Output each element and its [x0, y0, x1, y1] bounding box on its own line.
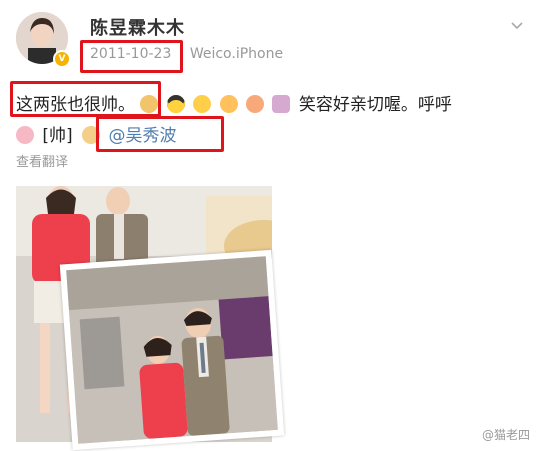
- pig-emoji: [16, 126, 34, 144]
- sunglasses-emoji: [166, 95, 185, 113]
- post-text-line2-prefix: [帅]: [42, 126, 73, 146]
- camera-emoji: [272, 95, 291, 113]
- shy-emoji: [219, 95, 238, 113]
- date-highlight-box: [80, 40, 183, 73]
- laughing-emoji: [246, 95, 265, 113]
- photo-2[interactable]: [59, 249, 285, 451]
- translate-link[interactable]: 查看翻译: [16, 151, 68, 170]
- post-text-part2: 笑容好亲切喔。呼呼: [298, 95, 452, 115]
- username[interactable]: 陈昱霖木木: [90, 14, 185, 40]
- text-highlight-box: [10, 81, 161, 117]
- verified-badge-icon: V: [53, 50, 71, 68]
- mention-highlight-box: [96, 116, 224, 152]
- thinking-emoji: [193, 95, 212, 113]
- watermark: @猫老四: [481, 428, 530, 442]
- chevron-down-icon[interactable]: [510, 18, 524, 32]
- post-source: Weico.iPhone: [189, 46, 284, 62]
